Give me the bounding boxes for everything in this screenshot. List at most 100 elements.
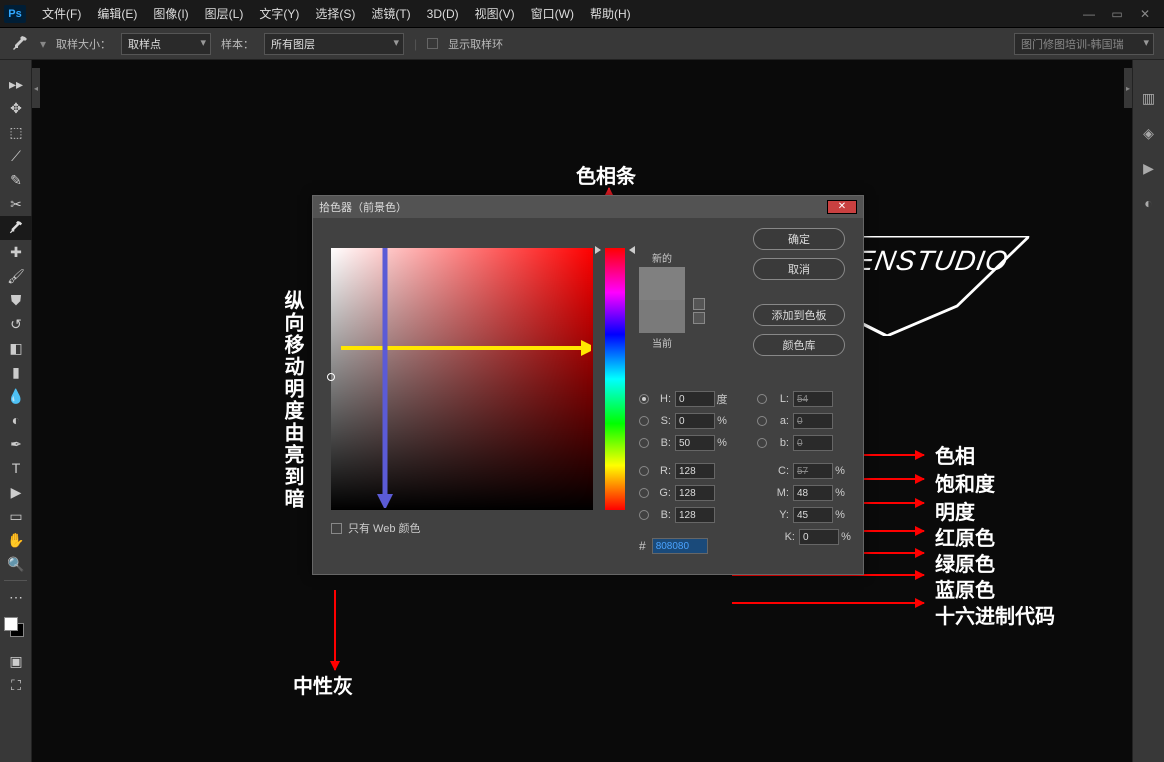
menu-help[interactable]: 帮助(H) [582, 1, 639, 26]
preview-new-swatch [639, 267, 685, 300]
anno-bri: 明度 [935, 496, 975, 525]
eyedropper-tool[interactable] [0, 216, 32, 240]
workspace-dropdown[interactable]: 图门修图培训-韩国瑞 [1014, 33, 1154, 55]
label-b2: b: [771, 437, 789, 449]
quickmask-tool[interactable]: ▣ [0, 649, 32, 673]
color-field-marker[interactable] [327, 373, 335, 381]
screenmode-tool[interactable]: ⛶ [0, 673, 32, 697]
move-tool[interactable]: ✥ [0, 96, 32, 120]
menu-filter[interactable]: 滤镜(T) [363, 1, 418, 26]
gamut-warning-icon[interactable] [693, 298, 705, 310]
radio-s[interactable] [639, 416, 649, 426]
sample-layers-dropdown[interactable]: 所有图层 [264, 33, 404, 55]
input-a[interactable] [793, 413, 833, 429]
dodge-tool[interactable]: ◐ [0, 408, 32, 432]
blur-tool[interactable]: 💧 [0, 384, 32, 408]
web-only-checkbox[interactable] [331, 523, 342, 534]
show-ring-checkbox[interactable] [427, 38, 438, 49]
zoom-tool[interactable]: 🔍 [0, 552, 32, 576]
sample-size-dropdown[interactable]: 取样点 [121, 33, 211, 55]
lasso-tool[interactable]: ⟋ [0, 144, 32, 168]
right-collapse-tab[interactable]: ▸ [1124, 68, 1132, 108]
arrow-down-neutral [334, 590, 336, 670]
type-tool[interactable]: T [0, 456, 32, 480]
radio-b2[interactable] [757, 438, 767, 448]
label-a: a: [771, 415, 789, 427]
color-swatch[interactable] [4, 617, 27, 641]
input-h[interactable] [675, 391, 715, 407]
label-s: S: [653, 415, 671, 427]
crop-tool[interactable]: ✂ [0, 192, 32, 216]
menu-image[interactable]: 图像(I) [145, 1, 196, 26]
label-y: Y: [771, 509, 789, 521]
edit-toolbar[interactable]: ⋯ [0, 585, 32, 609]
color-field[interactable] [331, 248, 593, 510]
dialog-titlebar[interactable]: 拾色器（前景色） ✕ [313, 196, 863, 218]
input-r[interactable] [675, 463, 715, 479]
path-select-tool[interactable]: ▶ [0, 480, 32, 504]
input-c[interactable] [793, 463, 833, 479]
histogram-icon[interactable]: ▥ [1142, 90, 1155, 107]
minimize-button[interactable]: — [1082, 7, 1096, 21]
marquee-tool[interactable]: ⬚ [0, 120, 32, 144]
history-brush-tool[interactable]: ↺ [0, 312, 32, 336]
color-libraries-button[interactable]: 颜色库 [753, 334, 845, 356]
menu-file[interactable]: 文件(F) [34, 1, 89, 26]
input-b2[interactable] [793, 435, 833, 451]
input-k[interactable] [799, 529, 839, 545]
input-b[interactable] [675, 435, 715, 451]
shape-tool[interactable]: ▭ [0, 504, 32, 528]
brush-tool[interactable]: 🖌 [0, 264, 32, 288]
menu-select[interactable]: 选择(S) [307, 1, 363, 26]
preview-current-swatch[interactable] [639, 300, 685, 333]
hue-slider[interactable] [605, 248, 625, 510]
input-s[interactable] [675, 413, 715, 429]
maximize-button[interactable]: ▭ [1110, 7, 1124, 21]
cancel-button[interactable]: 取消 [753, 258, 845, 280]
websafe-warning-icon[interactable] [693, 312, 705, 324]
menu-view[interactable]: 视图(V) [467, 1, 523, 26]
close-button[interactable]: ✕ [1138, 7, 1152, 21]
input-y[interactable] [793, 507, 833, 523]
play-icon[interactable]: ▶ [1143, 160, 1154, 177]
layers-icon[interactable]: ◈ [1143, 125, 1154, 142]
add-swatch-button[interactable]: 添加到色板 [753, 304, 845, 326]
dialog-close-button[interactable]: ✕ [827, 200, 857, 214]
anno-green: 绿原色 [935, 548, 995, 577]
hex-input[interactable] [652, 538, 708, 554]
radio-r[interactable] [639, 466, 649, 476]
anno-hue-bar: 色相条 [576, 160, 636, 189]
left-collapse-tab[interactable]: ◂ [32, 68, 40, 108]
radio-h[interactable] [639, 394, 649, 404]
menu-layer[interactable]: 图层(L) [197, 1, 252, 26]
input-b3[interactable] [675, 507, 715, 523]
ok-button[interactable]: 确定 [753, 228, 845, 250]
radio-b[interactable] [639, 438, 649, 448]
expand-icon[interactable]: ▸▸ [0, 72, 32, 96]
anno-hex: 十六进制代码 [935, 600, 1055, 629]
circle-icon[interactable]: ◐ [1144, 195, 1152, 211]
menu-window[interactable]: 窗口(W) [523, 1, 582, 26]
stamp-tool[interactable]: ⛊ [0, 288, 32, 312]
hand-tool[interactable]: ✋ [0, 528, 32, 552]
eraser-tool[interactable]: ◧ [0, 336, 32, 360]
menu-3d[interactable]: 3D(D) [419, 3, 467, 25]
radio-g[interactable] [639, 488, 649, 498]
label-h: H: [653, 393, 671, 405]
menu-edit[interactable]: 编辑(E) [89, 1, 145, 26]
radio-l[interactable] [757, 394, 767, 404]
unit-s: % [715, 415, 729, 427]
healing-tool[interactable]: ✚ [0, 240, 32, 264]
input-l[interactable] [793, 391, 833, 407]
gradient-tool[interactable]: ▮ [0, 360, 32, 384]
input-g[interactable] [675, 485, 715, 501]
quick-select-tool[interactable]: ✎ [0, 168, 32, 192]
input-m[interactable] [793, 485, 833, 501]
radio-a[interactable] [757, 416, 767, 426]
radio-b3[interactable] [639, 510, 649, 520]
color-preview: 新的 当前 [639, 248, 685, 352]
hue-slider-thumb[interactable] [601, 246, 629, 250]
pen-tool[interactable]: ✒ [0, 432, 32, 456]
menu-type[interactable]: 文字(Y) [251, 1, 307, 26]
unit-b: % [715, 437, 729, 449]
